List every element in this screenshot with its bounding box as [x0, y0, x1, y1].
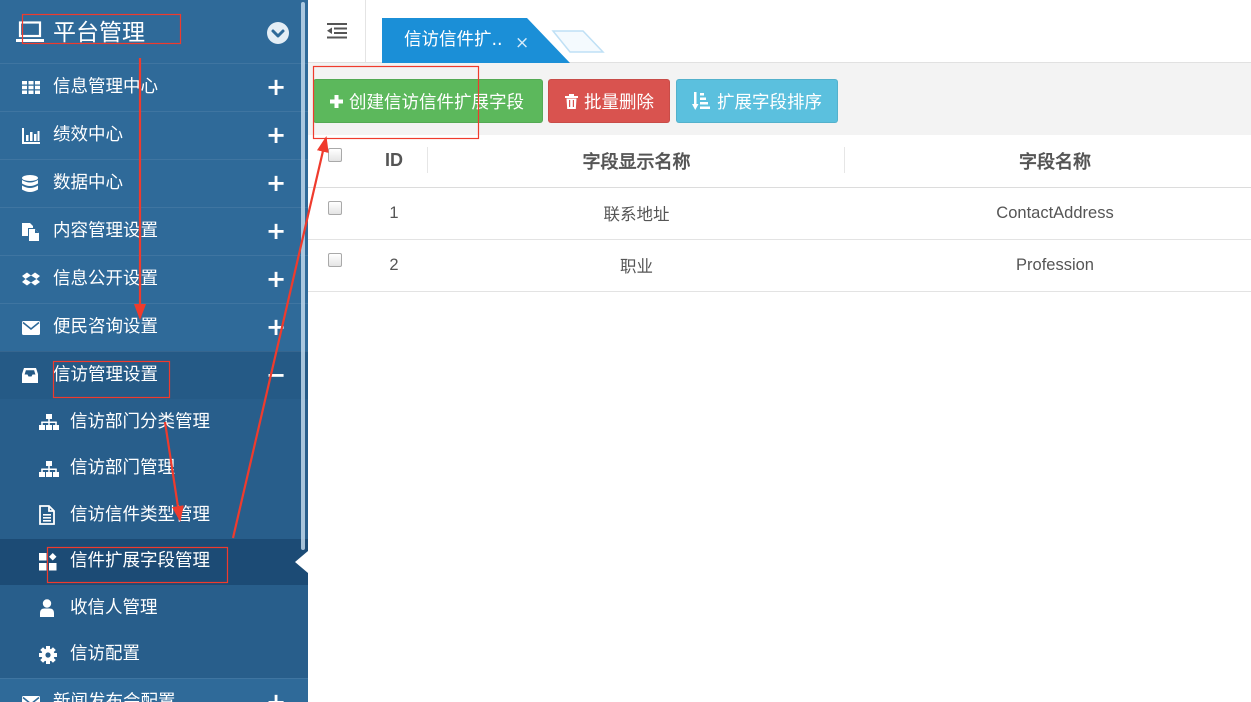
sort-amount-icon	[692, 92, 710, 110]
row-checkbox[interactable]	[328, 200, 342, 215]
collapse-toggle[interactable]: −	[264, 352, 288, 400]
envelope-icon	[22, 318, 53, 338]
sidebar-item-label: 新闻发布会配置	[53, 691, 176, 702]
expand-toggle[interactable]: +	[264, 160, 288, 208]
sidebar-item-label: 便民咨询设置	[53, 316, 158, 337]
sidebar-item-label: 绩效中心	[53, 124, 123, 145]
sitemap-icon	[39, 459, 70, 479]
row-field-name: ContactAddress	[845, 187, 1251, 240]
file-text-icon	[39, 505, 70, 526]
sidebar-subitem-label: 信访部门管理	[70, 458, 175, 478]
row-display-name: 职业	[428, 239, 845, 292]
envelope-icon	[22, 693, 53, 702]
row-id: 1	[360, 187, 428, 240]
sidebar-item-label: 信息公开设置	[53, 268, 158, 289]
select-all-checkbox[interactable]	[328, 148, 342, 163]
top-bar: 信访信件扩.. ×	[308, 0, 1251, 63]
sidebar: 平台管理 信息管理中心 + 绩效中心 + 数据中心 + 内容管理设置 + 信息公…	[0, 0, 308, 702]
chevron-circle-down-icon[interactable]	[266, 21, 290, 45]
sidebar-item-label: 信访管理设置	[53, 364, 158, 385]
expand-toggle[interactable]: +	[264, 112, 288, 160]
outdent-icon	[326, 23, 347, 39]
row-display-name: 联系地址	[428, 187, 845, 240]
sidebar-subitem-label: 信件扩展字段管理	[70, 551, 210, 571]
row-checkbox-cell	[308, 239, 360, 292]
plus-icon	[330, 94, 343, 108]
sidebar-subitem-label: 信访信件类型管理	[70, 504, 210, 525]
sidebar-item-info-management[interactable]: 信息管理中心 +	[0, 63, 308, 111]
trash-icon	[565, 93, 578, 109]
bar-chart-icon	[22, 126, 53, 146]
sidebar-item-performance[interactable]: 绩效中心 +	[0, 111, 308, 159]
delete-button-label: 批量删除	[584, 92, 654, 113]
database-icon	[22, 174, 53, 194]
th-large-icon	[39, 552, 70, 572]
expand-toggle[interactable]: +	[264, 679, 288, 702]
row-id: 2	[360, 239, 428, 292]
expand-toggle[interactable]: +	[264, 256, 288, 304]
sidebar-subitem-recipients[interactable]: 收信人管理	[0, 585, 308, 632]
sidebar-submenu: 信访部门分类管理 信访部门管理 信访信件类型管理 信件扩展字段管理 收信人管理 …	[0, 399, 308, 678]
table-header-checkbox-cell	[308, 135, 360, 188]
row-checkbox-cell	[308, 187, 360, 240]
sidebar-subitem-extension-fields[interactable]: 信件扩展字段管理	[0, 538, 308, 585]
dropbox-icon	[22, 270, 53, 290]
sidebar-item-label: 内容管理设置	[53, 220, 158, 241]
tab-label: 信访信件扩..	[404, 30, 503, 50]
th-icon	[22, 78, 53, 98]
tab-close-button[interactable]: ×	[515, 18, 529, 63]
expand-toggle[interactable]: +	[264, 304, 288, 352]
sidebar-header[interactable]: 平台管理	[0, 0, 308, 63]
sidebar-subitem-label: 信访配置	[70, 644, 140, 664]
create-extension-field-button[interactable]: 创建信访信件扩展字段	[313, 79, 543, 123]
inbox-icon	[22, 366, 53, 386]
sidebar-item-label: 数据中心	[53, 172, 123, 193]
gear-icon	[39, 645, 70, 665]
expand-toggle[interactable]: +	[264, 64, 288, 112]
user-icon	[39, 598, 70, 618]
tab-extension-fields[interactable]: 信访信件扩.. ×	[382, 18, 570, 63]
sidebar-subitem-letter-types[interactable]: 信访信件类型管理	[0, 492, 308, 539]
expand-toggle[interactable]: +	[264, 208, 288, 256]
sidebar-item-press-conference[interactable]: 新闻发布会配置 +	[0, 678, 308, 702]
table-header-id[interactable]: ID	[360, 135, 428, 188]
sort-button-label: 扩展字段排序	[717, 92, 822, 113]
batch-delete-button[interactable]: 批量删除	[548, 79, 670, 123]
sidebar-item-content-settings[interactable]: 内容管理设置 +	[0, 207, 308, 255]
table-header-field-name[interactable]: 字段名称	[845, 135, 1251, 188]
sitemap-icon	[39, 412, 70, 432]
row-field-name: Profession	[845, 239, 1251, 292]
sidebar-scrollbar[interactable]	[301, 2, 305, 550]
toolbar: 创建信访信件扩展字段 批量删除 扩展字段排序	[308, 63, 1251, 135]
laptop-icon	[16, 21, 44, 42]
table-row[interactable]: 1 联系地址 ContactAddress	[308, 187, 1251, 240]
sidebar-item-petition-settings[interactable]: 信访管理设置 −	[0, 351, 308, 399]
extension-fields-table: ID 字段显示名称 字段名称 1 联系地址 ContactAddress 2 职…	[308, 135, 1251, 292]
menu-toggle-button[interactable]	[308, 0, 366, 62]
sidebar-subitem-petition-config[interactable]: 信访配置	[0, 632, 308, 679]
sidebar-subitem-department-categories[interactable]: 信访部门分类管理	[0, 399, 308, 446]
row-checkbox[interactable]	[328, 252, 342, 267]
sidebar-item-disclosure-settings[interactable]: 信息公开设置 +	[0, 255, 308, 303]
sidebar-subitem-label: 信访部门分类管理	[70, 411, 210, 432]
sidebar-item-label: 信息管理中心	[53, 76, 158, 97]
sidebar-item-consultation-settings[interactable]: 便民咨询设置 +	[0, 303, 308, 351]
sidebar-subitem-label: 收信人管理	[70, 597, 158, 618]
sort-fields-button[interactable]: 扩展字段排序	[676, 79, 838, 123]
table-header-display-name[interactable]: 字段显示名称	[428, 135, 845, 188]
create-button-label: 创建信访信件扩展字段	[349, 92, 524, 113]
sidebar-item-data-center[interactable]: 数据中心 +	[0, 159, 308, 207]
files-icon	[22, 222, 53, 242]
table-header-row: ID 字段显示名称 字段名称	[308, 135, 1251, 188]
sidebar-subitem-departments[interactable]: 信访部门管理	[0, 446, 308, 493]
table-row[interactable]: 2 职业 Profession	[308, 239, 1251, 292]
sidebar-title: 平台管理	[53, 20, 145, 46]
